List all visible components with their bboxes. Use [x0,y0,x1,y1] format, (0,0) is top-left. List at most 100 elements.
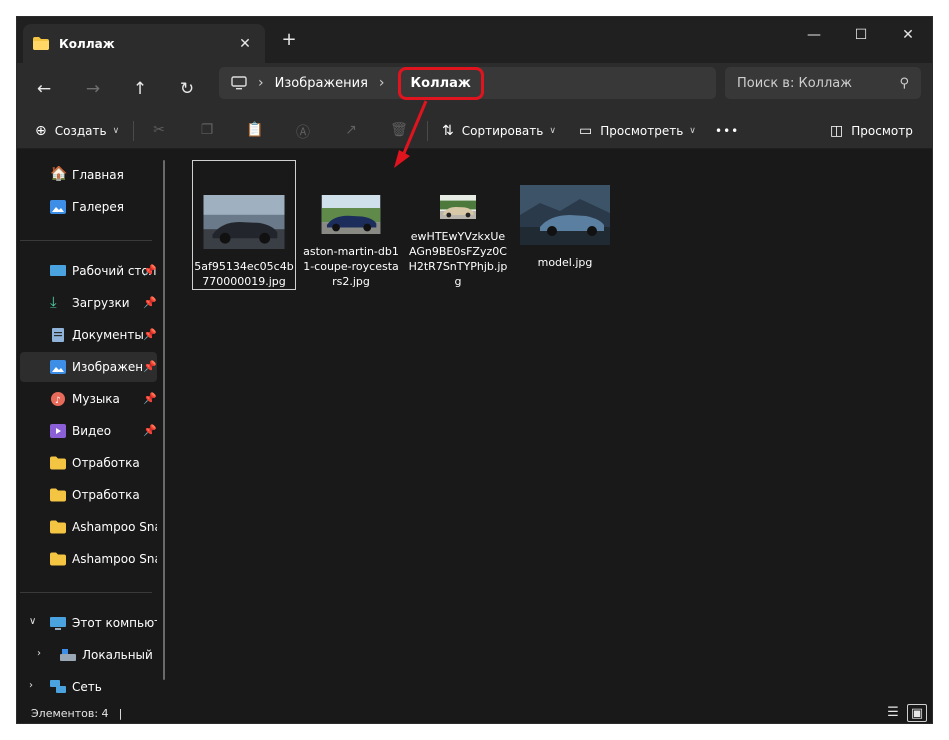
more-options-button[interactable]: ••• [715,113,739,149]
pin-icon[interactable]: 📌 [143,328,157,341]
sidebar-item-network[interactable]: Сеть [20,672,157,702]
delete-icon[interactable]: 🗑 [390,122,408,140]
view-label: Просмотреть [600,124,684,138]
rename-icon[interactable]: Ⓐ [294,122,312,141]
sidebar-item-pictures[interactable]: Изображения 📌 [20,352,157,382]
thumbnail [203,195,285,249]
preview-label: Просмотр [851,124,913,138]
sidebar-item-folder[interactable]: Отработка [20,448,157,478]
file-item[interactable]: aston-martin-db11-coupe-roycestars2.jpg [299,160,403,290]
address-bar[interactable]: › Изображения › Коллаж [219,66,716,100]
divider [427,121,428,141]
navigation-bar: ← → ↑ ↻ › Изображения › Коллаж Поиск в: … [17,63,932,113]
divider [133,121,134,141]
file-item[interactable]: ewHTEwYVzkxUeAGn9BE0sFZyz0CH2tR7SnTYPhjb… [406,160,510,290]
file-name: model.jpg [537,256,593,269]
chevron-down-icon: ∨ [112,126,120,136]
pin-icon[interactable]: 📌 [143,360,157,373]
plus-circle-icon: ⊕ [35,123,47,139]
pin-icon[interactable]: 📌 [143,296,157,309]
sidebar-item-documents[interactable]: Документы 📌 [20,320,157,350]
breadcrumb-pictures[interactable]: Изображения [275,76,368,91]
copy-icon[interactable]: ❐ [198,122,216,140]
documents-icon [52,328,64,342]
download-icon: ⤓ [50,293,57,311]
network-icon [50,680,66,693]
sidebar-item-folder[interactable]: Ashampoo Snap [20,512,157,542]
pin-icon[interactable]: 📌 [143,424,157,437]
refresh-icon[interactable]: ↻ [173,75,201,103]
minimize-button[interactable]: — [791,21,837,49]
sidebar-item-desktop[interactable]: Рабочий стол 📌 [20,256,157,286]
forward-arrow-icon[interactable]: → [79,75,107,103]
sidebar-item-home[interactable]: 🏠 Главная [20,160,157,190]
up-arrow-icon[interactable]: ↑ [126,75,154,103]
file-item[interactable]: model.jpg [513,160,617,290]
view-icon: ▭ [579,123,593,139]
folder-icon [33,37,49,50]
sidebar-divider [20,592,152,593]
chevron-down-icon: ∨ [549,126,556,136]
sidebar-item-folder[interactable]: Ashampoo Snap [20,544,157,574]
tab-kollazh[interactable]: Коллаж ✕ [23,24,265,63]
details-view-icon[interactable]: ☰ [883,704,903,722]
create-button[interactable]: ⊕ Создать ∨ [35,113,119,149]
sidebar-item-gallery[interactable]: Галерея [20,192,157,222]
sidebar-item-local-disk[interactable]: Локальный диск [20,640,157,670]
search-icon: ⚲ [899,75,909,91]
navigation-pane: 🏠 Главная Галерея Рабочий стол 📌 ⤓ Загру… [17,150,167,701]
sidebar-divider [20,240,152,241]
sort-button[interactable]: ⇅ Сортировать ∨ [442,113,556,149]
item-count: Элементов: 4 [31,706,109,720]
title-bar: Коллаж ✕ + — ☐ ✕ [17,17,932,63]
search-input[interactable]: Поиск в: Коллаж [737,76,899,91]
sidebar-scrollbar[interactable] [163,160,165,680]
close-tab-icon[interactable]: ✕ [235,36,255,52]
thumbnail [520,185,610,245]
pin-icon[interactable]: 📌 [143,392,157,405]
cut-icon[interactable]: ✂ [150,122,168,140]
preview-pane-icon: ◫ [830,123,844,139]
folder-icon [50,456,66,470]
folder-icon [50,488,66,502]
computer-icon [50,617,66,630]
status-separator: | [118,706,123,720]
thumbnail [321,195,381,234]
view-button[interactable]: ▭ Просмотреть ∨ [579,113,696,149]
sidebar-item-music[interactable]: ♪ Музыка 📌 [20,384,157,414]
command-bar: ⊕ Создать ∨ ✂ ❐ 📋 Ⓐ ↗ 🗑 ⇅ Сортировать ∨ … [17,113,932,149]
sidebar-item-video[interactable]: Видео 📌 [20,416,157,446]
create-label: Создать [54,124,107,138]
sidebar-item-this-pc[interactable]: Этот компьютер [20,608,157,638]
new-tab-button[interactable]: + [279,29,299,50]
search-box[interactable]: Поиск в: Коллаж ⚲ [725,67,921,99]
sidebar-item-folder[interactable]: Отработка [20,480,157,510]
preview-pane-button[interactable]: ◫ Просмотр [830,113,913,149]
folder-icon [50,552,66,566]
pin-icon[interactable]: 📌 [143,264,157,277]
sort-label: Сортировать [461,124,544,138]
breadcrumb-current[interactable]: Коллаж [397,66,484,100]
large-icons-view-icon[interactable]: ▣ [907,704,927,722]
pictures-icon [50,360,66,374]
file-explorer-window: Коллаж ✕ + — ☐ ✕ ← → ↑ ↻ › Изображения ›… [16,16,933,724]
back-arrow-icon[interactable]: ← [30,75,58,103]
file-item[interactable]: 5af95134ec05c4b770000019.jpg [192,160,296,290]
paste-icon[interactable]: 📋 [246,122,264,140]
svg-text:♪: ♪ [55,396,61,406]
folder-icon [50,520,66,534]
thumbnail [440,195,476,219]
chevron-down-icon: ∨ [689,126,696,136]
maximize-button[interactable]: ☐ [838,21,884,49]
chevron-right-icon: › [258,75,264,91]
file-name: aston-martin-db11-coupe-roycestars2.jpg [303,245,399,288]
close-window-button[interactable]: ✕ [885,21,931,49]
video-icon [50,424,66,438]
chevron-right-icon: › [378,75,385,91]
sidebar-item-downloads[interactable]: ⤓ Загрузки 📌 [20,288,157,318]
drive-icon [60,649,76,661]
gallery-icon [50,200,66,214]
share-icon[interactable]: ↗ [342,122,360,140]
file-list[interactable]: 5af95134ec05c4b770000019.jpg aston-marti… [175,150,932,701]
status-bar: Элементов: 4 | [17,701,932,723]
